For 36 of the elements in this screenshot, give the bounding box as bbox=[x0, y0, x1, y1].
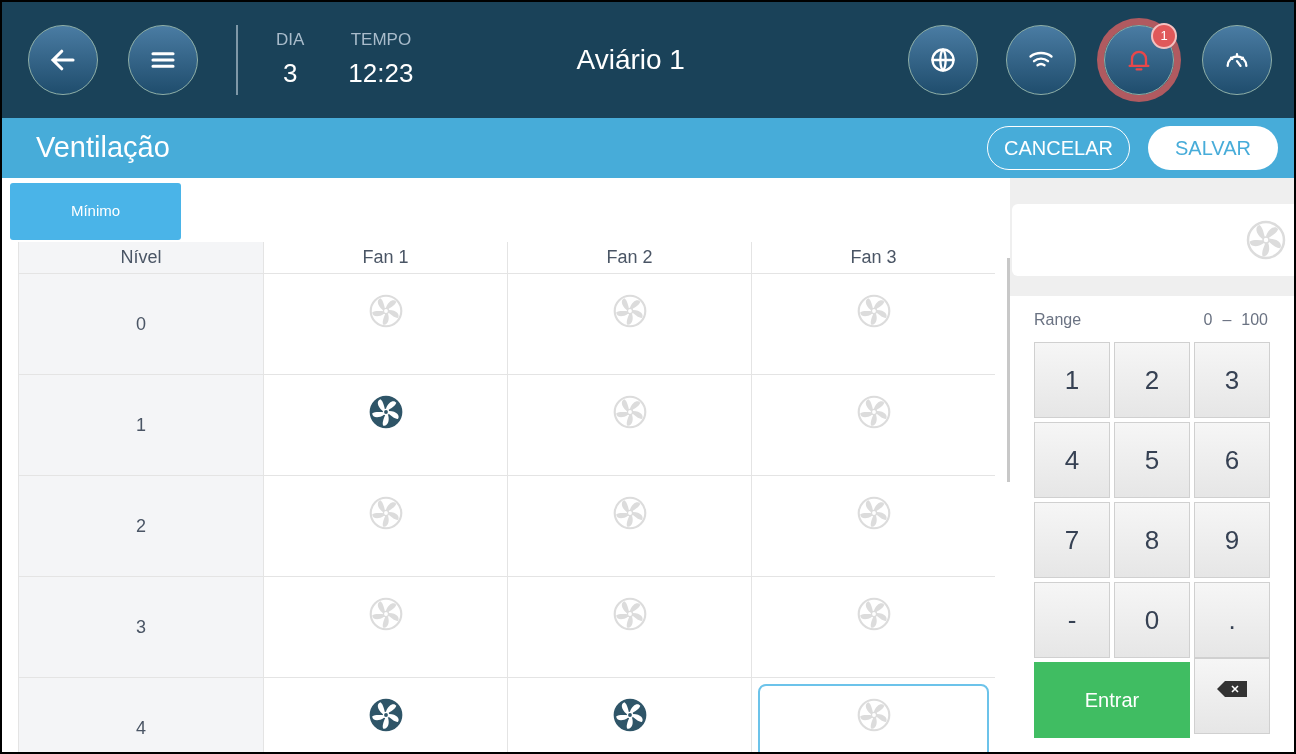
keypad-key[interactable]: 8 bbox=[1114, 502, 1190, 578]
level-cell: 1 bbox=[19, 375, 263, 476]
notification-badge: 1 bbox=[1151, 23, 1177, 49]
range-max: 100 bbox=[1241, 310, 1268, 330]
range-separator: – bbox=[1222, 310, 1232, 330]
keypad-key[interactable]: 7 bbox=[1034, 502, 1110, 578]
house-title: Aviário 1 bbox=[576, 43, 685, 77]
column-header: Fan 1 bbox=[263, 242, 507, 274]
keypad-key[interactable]: - bbox=[1034, 582, 1110, 658]
keypad-key[interactable]: 3 bbox=[1194, 342, 1270, 418]
column-header: Fan 3 bbox=[751, 242, 995, 274]
keypad-key[interactable]: . bbox=[1194, 582, 1270, 658]
fan-cell[interactable] bbox=[758, 684, 989, 752]
column-header: Fan 2 bbox=[507, 242, 751, 274]
range-min: 0 bbox=[1203, 310, 1213, 330]
keypad-key[interactable]: 4 bbox=[1034, 422, 1110, 498]
backspace-icon bbox=[1217, 681, 1247, 697]
level-cell: 3 bbox=[19, 577, 263, 678]
level-cell: 2 bbox=[19, 476, 263, 577]
globe-icon bbox=[929, 46, 957, 74]
time-label: TEMPO bbox=[350, 28, 412, 51]
page-title: Ventilação bbox=[36, 130, 171, 166]
keypad-key[interactable]: 0 bbox=[1114, 582, 1190, 658]
keypad-key[interactable]: 5 bbox=[1114, 422, 1190, 498]
keypad-key[interactable]: 9 bbox=[1194, 502, 1270, 578]
level-cell: 4 bbox=[19, 678, 263, 752]
column-header: Nível bbox=[19, 242, 263, 274]
keypad-key[interactable]: 1 bbox=[1034, 342, 1110, 418]
day-value: 3 bbox=[282, 57, 298, 91]
range-label: Range bbox=[1034, 310, 1082, 330]
time-value: 12:23 bbox=[348, 57, 414, 91]
keypad-key[interactable]: 2 bbox=[1114, 342, 1190, 418]
day-label: DIA bbox=[276, 28, 305, 51]
keypad-key[interactable]: 6 bbox=[1194, 422, 1270, 498]
level-cell: 0 bbox=[19, 274, 263, 375]
backspace-button[interactable] bbox=[1194, 658, 1270, 734]
